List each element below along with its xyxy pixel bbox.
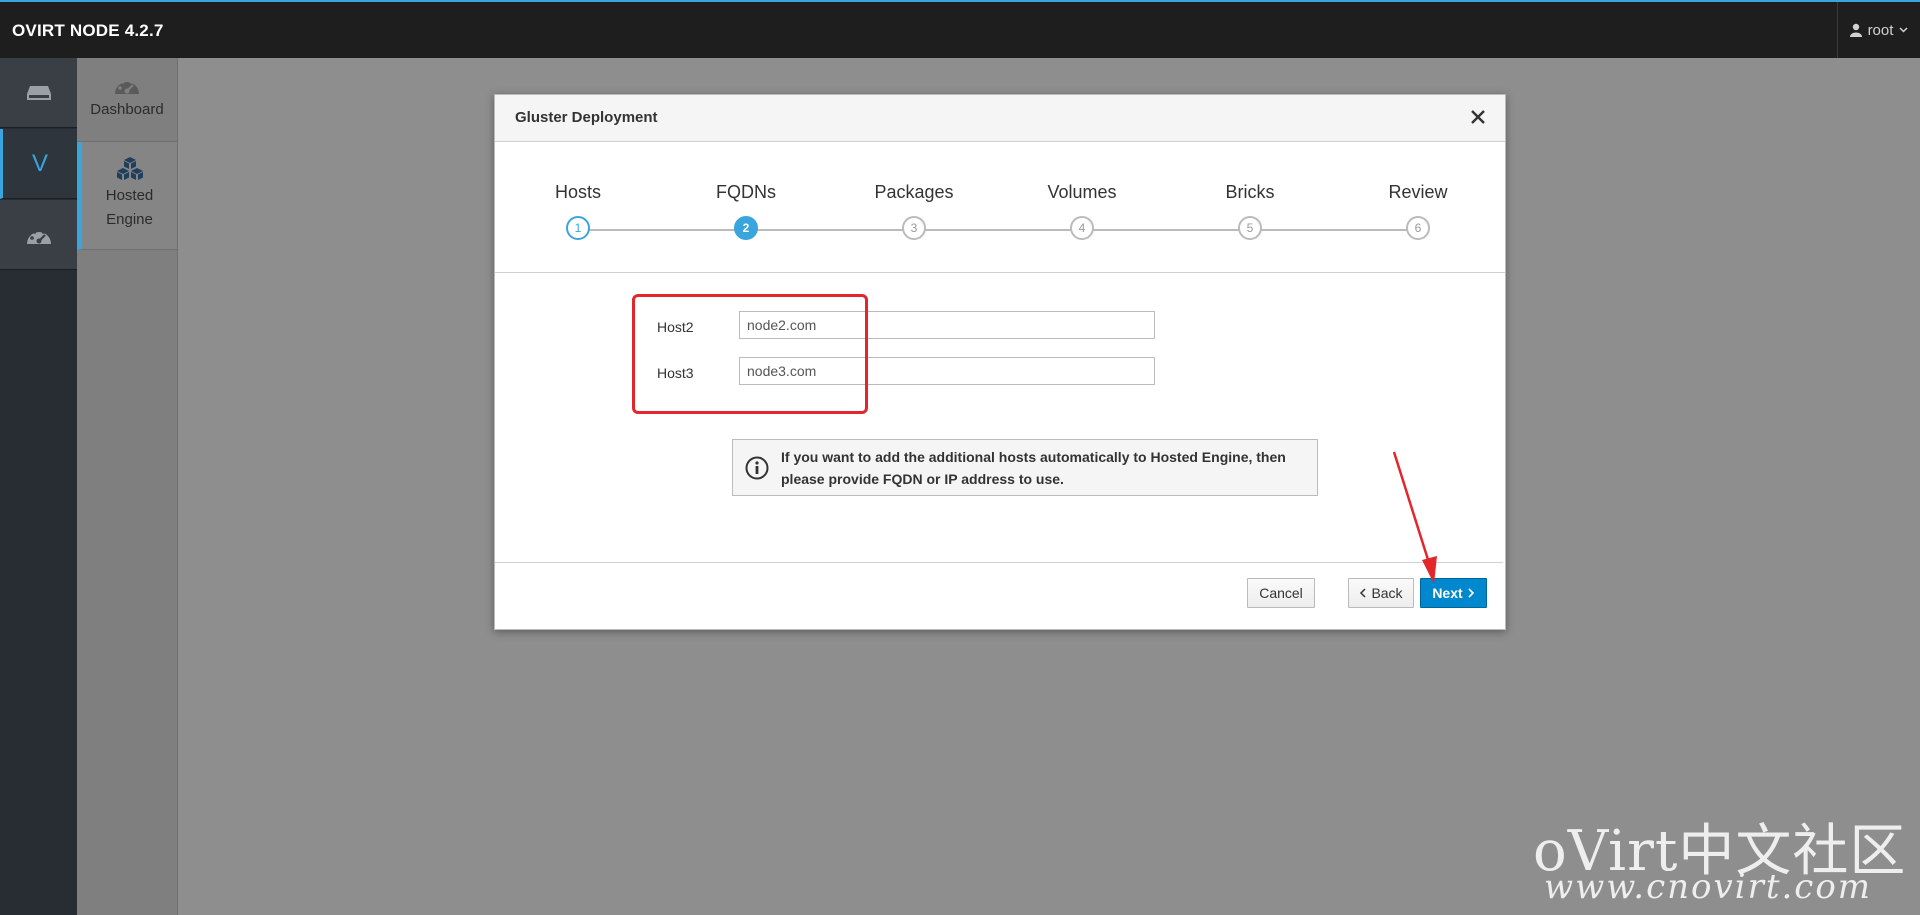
step-label-fqdns: FQDNs — [716, 182, 776, 202]
dashboard-icon — [26, 227, 51, 244]
subnav-item-hosted-engine[interactable]: Hosted Engine — [77, 142, 177, 250]
vertical-nav: V — [0, 58, 77, 915]
step-indicator-5[interactable]: 5 — [1238, 216, 1262, 240]
cubes-icon — [116, 157, 143, 180]
top-navbar: OVIRT NODE 4.2.7 root — [0, 0, 1920, 58]
brand-title: OVIRT NODE 4.2.7 — [12, 21, 164, 40]
annotation-arrow — [1392, 451, 1437, 584]
subnav-dashboard-label: Dashboard — [90, 101, 164, 118]
dashboard-icon — [115, 77, 139, 94]
info-alert: If you want to add the additional hosts … — [732, 439, 1318, 496]
nav-item-virtualization[interactable]: V — [0, 129, 77, 199]
step-label-hosts: Hosts — [554, 182, 601, 202]
info-text: If you want to add the additional hosts … — [781, 448, 1286, 487]
chevron-down-icon — [1899, 27, 1908, 33]
info-icon — [745, 456, 769, 479]
step-indicator-2[interactable]: 2 — [734, 216, 758, 240]
gluster-deployment-dialog: Gluster Deployment Hosts 1 FQDNs 2 Packa… — [494, 94, 1506, 630]
subnav-hosted-line2: Engine — [106, 211, 153, 228]
step-indicator-3[interactable]: 3 — [902, 216, 926, 240]
nav-item-host[interactable] — [0, 58, 77, 128]
close-icon[interactable] — [1467, 106, 1489, 128]
step-label-volumes: Volumes — [1047, 182, 1117, 202]
user-menu[interactable]: root — [1837, 2, 1920, 58]
step-indicator-1[interactable]: 1 — [566, 216, 590, 240]
step-indicator-6[interactable]: 6 — [1406, 216, 1430, 240]
chevron-right-icon — [1468, 588, 1474, 598]
chevron-left-icon — [1360, 588, 1366, 598]
modal-title: Gluster Deployment — [515, 109, 658, 126]
user-name: root — [1867, 21, 1894, 39]
user-icon — [1849, 23, 1862, 37]
watermark-url: www.cnovirt.com — [1544, 867, 1873, 907]
wizard-steps: Hosts 1 FQDNs 2 Packages 3 Volumes 4 Bri… — [495, 142, 1505, 273]
cancel-button[interactable]: Cancel — [1247, 578, 1315, 608]
nav-item-dashboard[interactable] — [0, 200, 77, 270]
subnav-hosted-line1: Hosted — [105, 187, 154, 204]
secondary-nav: Dashboard Hosted Engine — [77, 58, 178, 915]
step-connector — [579, 229, 1419, 231]
modal-header: Gluster Deployment — [495, 95, 1505, 142]
step-indicator-4[interactable]: 4 — [1070, 216, 1094, 240]
fqdn-form: Host2 Host3 If you want to add the addit… — [495, 273, 1505, 561]
subnav-item-dashboard[interactable]: Dashboard — [77, 58, 177, 142]
step-label-packages: Packages — [874, 182, 954, 202]
step-label-bricks: Bricks — [1225, 182, 1275, 202]
step-label-review: Review — [1388, 182, 1448, 202]
modal-footer: Cancel Back Next — [495, 562, 1503, 629]
nav-v-label: V — [31, 149, 48, 177]
server-icon — [26, 85, 51, 100]
cancel-label: Cancel — [1259, 585, 1303, 601]
annotation-highlight-box — [632, 294, 868, 414]
